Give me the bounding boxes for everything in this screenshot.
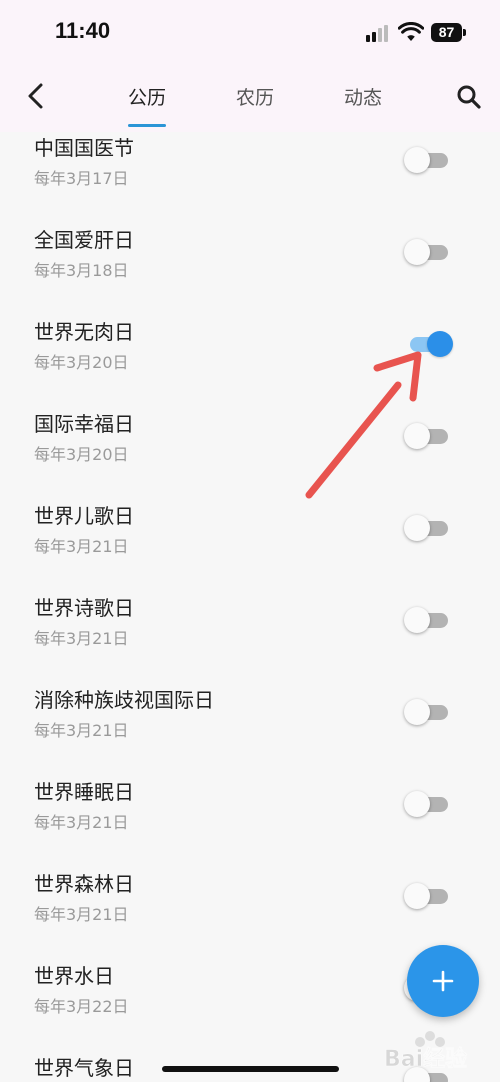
active-tab-indicator [128, 124, 166, 127]
status-bar: 11:40 87 [0, 0, 500, 66]
event-date: 每年3月18日 [34, 261, 129, 280]
event-title: 世界诗歌日 [34, 596, 134, 620]
list-item[interactable]: 世界睡眠日每年3月21日 [0, 758, 500, 850]
search-icon [457, 85, 481, 109]
event-date: 每年3月21日 [34, 629, 129, 648]
event-title: 世界水日 [34, 964, 114, 988]
baidu-jingyan-watermark: Bai经验 [384, 1031, 467, 1072]
toggle-knob [404, 607, 430, 633]
signal-icon [366, 24, 392, 42]
home-indicator[interactable] [162, 1066, 339, 1072]
toggle-knob [404, 515, 430, 541]
reminder-toggle[interactable] [404, 883, 450, 909]
reminder-toggle[interactable] [404, 331, 453, 357]
tab-feed[interactable]: 动态 [323, 83, 403, 113]
list-item[interactable]: 世界诗歌日每年3月21日 [0, 574, 500, 666]
toggle-knob [404, 239, 430, 265]
reminder-toggle[interactable] [404, 239, 450, 265]
battery-icon: 87 [431, 23, 462, 42]
search-button[interactable] [452, 80, 486, 114]
toggle-knob [404, 147, 430, 173]
event-date: 每年3月20日 [34, 445, 129, 464]
list-item[interactable]: 世界森林日每年3月21日 [0, 850, 500, 942]
tab-gregorian[interactable]: 公历 [107, 83, 187, 113]
back-button[interactable] [20, 80, 52, 112]
reminder-toggle[interactable] [404, 423, 450, 449]
event-title: 世界儿歌日 [34, 504, 134, 528]
plus-icon [432, 970, 454, 992]
event-title: 世界气象日 [34, 1056, 134, 1080]
reminder-toggle[interactable] [404, 515, 450, 541]
event-title: 世界无肉日 [34, 320, 134, 344]
list-item[interactable]: 世界无肉日每年3月20日 [0, 298, 500, 390]
festival-list-content: 中国国医节 每年3月17日 全国爱肝日 每年3月18日 世界无肉日 每年3月20日 国际幸福… [0, 132, 500, 1082]
toggle-knob [427, 331, 453, 357]
tab-lunar[interactable]: 农历 [215, 83, 295, 113]
list-item[interactable]: 国际幸福日每年3月20日 [0, 390, 500, 482]
event-date: 每年3月17日 [34, 169, 129, 188]
reminder-toggle[interactable] [404, 607, 450, 633]
top-app-bar: 公历 农历 动态 [0, 66, 500, 132]
watermark-text: Bai经验 [384, 1046, 467, 1072]
event-title: 世界睡眠日 [34, 780, 134, 804]
add-event-button[interactable] [407, 945, 479, 1017]
event-date: 每年3月21日 [34, 721, 129, 740]
wifi-icon [398, 22, 424, 41]
reminder-toggle[interactable] [404, 147, 450, 173]
list-item[interactable]: 全国爱肝日每年3月18日 [0, 206, 500, 298]
event-date: 每年3月20日 [34, 353, 129, 372]
battery-cap [463, 29, 466, 36]
toggle-knob [404, 423, 430, 449]
event-title: 消除种族歧视国际日 [34, 688, 214, 712]
event-date: 每年3月22日 [34, 997, 129, 1016]
toggle-knob [404, 699, 430, 725]
event-date: 每年3月21日 [34, 813, 129, 832]
event-date: 每年3月21日 [34, 905, 129, 924]
list-item[interactable]: 消除种族歧视国际日每年3月21日 [0, 666, 500, 758]
status-time: 11:40 [55, 18, 111, 43]
chevron-left-icon [28, 83, 43, 109]
festival-list[interactable]: 中国国医节 每年3月17日 全国爱肝日 每年3月18日 世界无肉日 每年3月20日 国际幸福… [0, 132, 500, 1082]
event-title: 全国爱肝日 [34, 228, 134, 252]
event-date: 每年3月21日 [34, 537, 129, 556]
list-item[interactable]: 中国国医节每年3月17日 [0, 132, 500, 206]
toggle-knob [404, 791, 430, 817]
event-title: 国际幸福日 [34, 412, 134, 436]
list-item[interactable]: 世界儿歌日每年3月21日 [0, 482, 500, 574]
event-title: 中国国医节 [34, 136, 134, 160]
reminder-toggle[interactable] [404, 791, 450, 817]
reminder-toggle[interactable] [404, 699, 450, 725]
toggle-knob [404, 883, 430, 909]
event-title: 世界森林日 [34, 872, 134, 896]
